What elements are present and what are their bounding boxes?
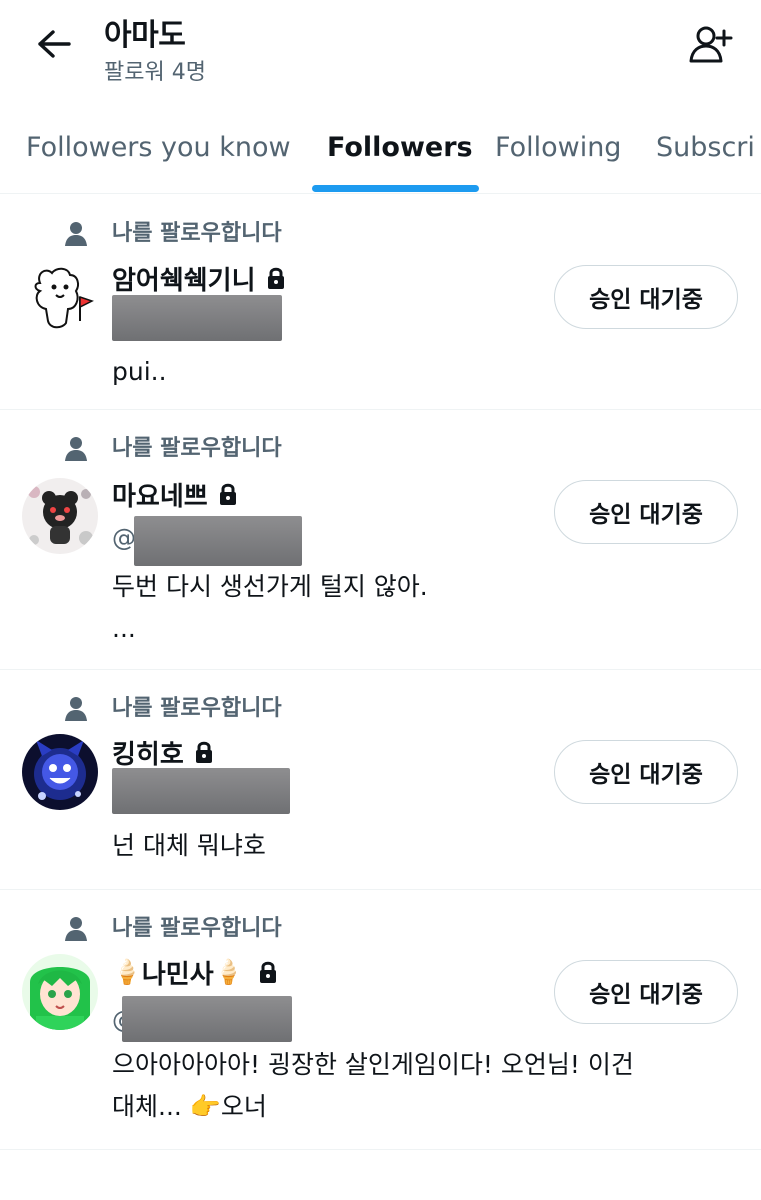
follows-you-context: 나를 팔로우합니다: [62, 434, 282, 464]
ice-cream-icon: 🍦: [112, 958, 142, 986]
lock-icon: [266, 266, 286, 290]
redacted-handle: [112, 295, 282, 341]
avatar[interactable]: [22, 954, 98, 1030]
person-icon: [62, 695, 90, 723]
follower-row[interactable]: 나를 팔로우합니다 🍦 나민사 🍦 @ 으아아아아아! 굉장한 살인게임이다! …: [0, 890, 761, 1150]
tab-followers-you-know[interactable]: Followers you know: [26, 132, 291, 163]
pending-approval-button[interactable]: 승인 대기중: [554, 740, 738, 804]
person-icon: [62, 435, 90, 463]
tab-bar: Followers you know Followers Following S…: [0, 110, 761, 194]
follows-you-context: 나를 팔로우합니다: [62, 694, 282, 724]
lock-icon: [194, 740, 214, 764]
tab-followers[interactable]: Followers: [327, 132, 473, 163]
pending-approval-button[interactable]: 승인 대기중: [554, 960, 738, 1024]
tab-following[interactable]: Following: [495, 132, 621, 163]
follower-name-line: 암어쉑쉑기니: [112, 260, 286, 296]
pending-approval-button[interactable]: 승인 대기중: [554, 480, 738, 544]
arrow-left-icon: [37, 29, 71, 63]
page-title: 아마도: [104, 18, 186, 53]
display-name[interactable]: 나민사: [142, 954, 214, 991]
handle-prefix: @: [112, 524, 136, 552]
display-name[interactable]: 마요네쁘: [112, 476, 208, 513]
redacted-handle: [122, 996, 292, 1042]
avatar[interactable]: [22, 734, 98, 810]
top-header: 아마도 팔로워 4명: [0, 0, 761, 110]
bio-continued: 대체... 👉오너: [112, 1092, 267, 1121]
person-icon: [62, 915, 90, 943]
follower-row[interactable]: 나를 팔로우합니다 킹히호 넌 대체 뭐냐호 승인 대기중: [0, 670, 761, 890]
pending-approval-button[interactable]: 승인 대기중: [554, 265, 738, 329]
bio: 두번 다시 생선가게 털지 않아.: [112, 572, 428, 601]
lock-icon: [218, 482, 238, 506]
person-icon: [62, 220, 90, 248]
avatar[interactable]: [22, 261, 98, 337]
follower-row[interactable]: 나를 팔로우합니다 암어쉑쉑기니 pui.. 승인 대기중: [0, 195, 761, 410]
follower-name-line: 마요네쁘: [112, 476, 238, 512]
bio: pui..: [112, 357, 167, 386]
follower-name-line: 킹히호: [112, 734, 214, 770]
add-user-button[interactable]: [682, 22, 738, 72]
avatar[interactable]: [22, 478, 98, 554]
display-name[interactable]: 킹히호: [112, 734, 184, 771]
follower-count: 팔로워 4명: [104, 60, 206, 85]
follows-you-context: 나를 팔로우합니다: [62, 219, 282, 249]
lock-icon: [258, 960, 278, 984]
tab-subscriptions[interactable]: Subscri: [656, 132, 755, 163]
follower-row[interactable]: 나를 팔로우합니다 마요네쁘 @ 두번 다시 생선가게 털지 않아. ... 승…: [0, 410, 761, 670]
bio: 넌 대체 뭐냐호: [112, 831, 266, 860]
bio-continued: ...: [112, 614, 136, 643]
ice-cream-icon: 🍦: [213, 958, 244, 986]
person-plus-icon: [687, 25, 733, 69]
redacted-handle: [112, 768, 290, 814]
follower-name-line: 🍦 나민사 🍦: [112, 954, 278, 990]
bio: 으아아아아아! 굉장한 살인게임이다! 오언님! 이건: [112, 1050, 634, 1079]
display-name[interactable]: 암어쉑쉑기니: [112, 260, 256, 297]
active-tab-indicator: [312, 185, 479, 192]
redacted-handle: [134, 516, 302, 566]
follows-you-context: 나를 팔로우합니다: [62, 914, 282, 944]
back-button[interactable]: [28, 22, 80, 70]
